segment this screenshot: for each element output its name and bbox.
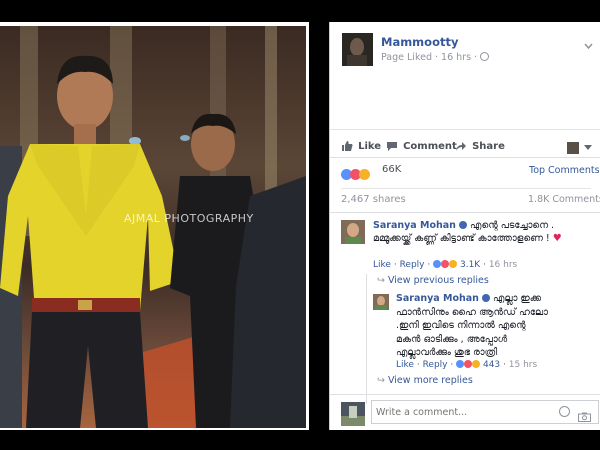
thumbs-up-icon (341, 137, 353, 156)
reply-thread-line (366, 274, 367, 404)
reply-like-link[interactable]: Like (396, 360, 414, 370)
post-meta: Page Liked · 16 hrs · (381, 52, 490, 63)
divider (341, 188, 591, 189)
love-reaction-icon (464, 360, 473, 368)
reply-author[interactable]: Saranya Mohan (396, 293, 479, 304)
reply-text-line: ഫാൻസിനും ഹൈ ആൻഡ് ഹലോ (396, 306, 548, 318)
reaction-icons[interactable] (341, 164, 370, 180)
like-label: Like (358, 141, 382, 152)
top-comments-filter[interactable]: Top Comments (529, 165, 600, 176)
view-more-replies[interactable]: ↪ View more replies (377, 375, 473, 386)
divider (330, 157, 600, 158)
comment-author[interactable]: Saranya Mohan (373, 220, 456, 231)
avatar-image (375, 296, 387, 310)
comment-reply-link[interactable]: Reply (400, 260, 425, 270)
page-name[interactable]: Mammootty (381, 35, 458, 49)
reply-reaction-count[interactable]: 443 (483, 360, 500, 370)
view-previous-replies[interactable]: ↪ View previous replies (377, 275, 489, 286)
share-as-selector[interactable] (567, 137, 595, 154)
reply-text-line: .ഇനി ഇവിടെ നിന്നാൽ എന്റെ (396, 320, 526, 331)
caret-down-icon (584, 144, 593, 150)
comment-button[interactable]: Comment (386, 136, 457, 152)
photo-watermark: AJMAL PHOTOGRAPHY (124, 212, 254, 225)
commenter-avatar[interactable] (341, 220, 365, 244)
composer-avatar (341, 402, 365, 426)
comment-body: Saranya Mohan എന്റെ പടച്ചോനെ . മമ്മൂക്കയ… (373, 219, 595, 245)
post-meta-text: Page Liked · 16 hrs · (381, 52, 478, 63)
divider (330, 129, 600, 130)
selector-avatar (567, 141, 579, 154)
reply-arrow-icon: ↪ (377, 275, 385, 286)
reply-text-line: എല്ലാ ഇക്ക (493, 293, 542, 304)
share-label: Share (472, 141, 505, 152)
reply-arrow-icon: ↪ (377, 375, 385, 386)
emoji-icon[interactable] (559, 406, 570, 417)
view-more-label: View more replies (388, 375, 473, 386)
reply-reply-link[interactable]: Reply (423, 360, 448, 370)
wow-reaction-icon (359, 169, 370, 180)
comment-time[interactable]: 16 hrs (489, 260, 517, 270)
reply-body: Saranya Mohan എല്ലാ ഇക്ക ഫാൻസിനും ഹൈ ആൻഡ… (396, 292, 596, 360)
divider (330, 212, 600, 213)
like-reaction-icon (433, 260, 442, 268)
reactions-count[interactable]: 66K (382, 164, 401, 175)
reply-reaction-icons[interactable] (456, 360, 481, 370)
page-avatar[interactable] (342, 33, 373, 66)
avatar-image (341, 406, 365, 426)
comment-actions: Like · Reply · 3.1K · 16 hrs (373, 260, 517, 270)
view-previous-label: View previous replies (388, 275, 489, 286)
avatar-image (345, 223, 361, 244)
comment-input[interactable] (371, 400, 599, 424)
post-sidebar: Mammootty Page Liked · 16 hrs · Like Com… (329, 22, 600, 430)
top-comments-label: Top Comments (529, 165, 600, 176)
comment-label: Comment (403, 141, 457, 152)
page-avatar-image (347, 38, 367, 66)
love-reaction-icon (441, 260, 450, 268)
red-heart-emoji: ♥ (552, 233, 562, 244)
reply-actions: Like · Reply · 443 · 15 hrs (396, 360, 537, 370)
reply-time[interactable]: 15 hrs (509, 360, 537, 370)
comments-count[interactable]: 1.8K Comments (528, 194, 600, 205)
shares-count[interactable]: 2,467 shares (341, 194, 406, 205)
reply-text-line: എല്ലാവർക്കും ശുഭ രാത്രി (396, 347, 498, 358)
divider (330, 394, 600, 395)
comment-icon (386, 137, 398, 156)
comment-input-field[interactable] (376, 404, 554, 420)
reply-text-line: മകൻ ഓടിക്കും , അപ്പോൾ (396, 333, 508, 345)
share-button[interactable]: Share (455, 136, 505, 152)
comment-like-link[interactable]: Like (373, 260, 391, 270)
reply-avatar[interactable] (373, 294, 389, 310)
comment-reaction-count[interactable]: 3.1K (460, 260, 480, 270)
like-button[interactable]: Like (341, 136, 381, 152)
camera-icon[interactable] (578, 407, 591, 426)
haha-reaction-icon (449, 260, 458, 268)
globe-icon (480, 52, 490, 61)
verified-badge-icon (481, 294, 490, 302)
verified-badge-icon (458, 221, 467, 229)
like-reaction-icon (456, 360, 465, 368)
share-icon (455, 137, 467, 156)
photo-illustration (0, 26, 306, 428)
comment-reaction-icons[interactable] (433, 260, 458, 270)
haha-reaction-icon (472, 360, 481, 368)
chevron-down-icon[interactable] (584, 35, 593, 50)
post-photo[interactable]: AJMAL PHOTOGRAPHY (0, 26, 306, 428)
